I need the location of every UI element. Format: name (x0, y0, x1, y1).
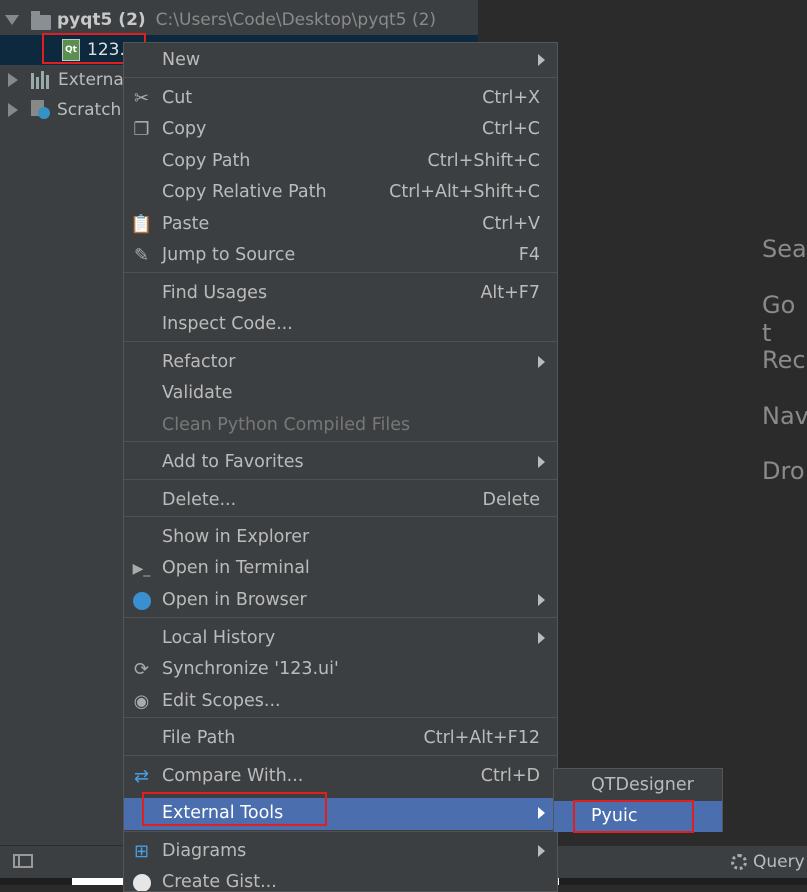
tree-item-external-libraries[interactable]: Externa (0, 65, 124, 95)
menu-item-edit-scopes[interactable]: ◉ Edit Scopes... (124, 686, 557, 717)
qt-file-icon: Qt (62, 39, 80, 61)
refresh-icon: ⟳ (133, 659, 150, 680)
menu-item-synchronize[interactable]: ⟳ Synchronize '123.ui' (124, 654, 557, 685)
scissors-icon: ✂ (133, 88, 150, 109)
collapse-arrow-icon[interactable] (8, 103, 18, 117)
tool-window-toggle-icon[interactable] (13, 854, 33, 868)
clipboard-icon: 📋 (130, 214, 153, 235)
menu-item-delete[interactable]: Delete... Delete (124, 485, 557, 516)
menu-item-jump-to-source[interactable]: ✎ Jump to Source F4 (124, 240, 557, 271)
menu-item-create-gist[interactable]: Create Gist... (124, 867, 557, 891)
menu-item-open-in-browser[interactable]: Open in Browser (124, 585, 557, 616)
scope-icon: ◉ (133, 691, 150, 712)
globe-icon (131, 590, 152, 611)
menu-item-inspect-code[interactable]: Inspect Code... (124, 309, 557, 340)
pencil-icon: ✎ (133, 245, 150, 266)
status-text: Query (753, 852, 805, 872)
terminal-icon: ▶_ (132, 560, 151, 577)
menu-item-copy[interactable]: ❐ Copy Ctrl+C (124, 114, 557, 145)
tree-root-pyqt5[interactable]: pyqt5 (2) C:\Users\Code\Desktop\pyqt5 (2… (0, 5, 478, 35)
copy-icon: ❐ (133, 119, 150, 140)
submenu-arrow-icon (538, 807, 545, 819)
github-icon (131, 872, 152, 891)
menu-item-diagrams[interactable]: ⊞ Diagrams (124, 836, 557, 867)
welcome-hint-recent: Rec (762, 346, 806, 374)
status-indexing: Query (731, 852, 805, 872)
welcome-hint-navigation: Nav (762, 402, 807, 430)
submenu-arrow-icon (538, 594, 545, 606)
diagram-icon: ⊞ (133, 841, 150, 862)
compare-arrows-icon: ⇄ (133, 766, 150, 787)
scratch-icon (31, 100, 51, 120)
menu-item-open-in-terminal[interactable]: ▶_ Open in Terminal (124, 553, 557, 584)
menu-item-cut[interactable]: ✂ Cut Ctrl+X (124, 83, 557, 114)
welcome-hint-drop: Dro (762, 457, 805, 485)
submenu-arrow-icon (538, 456, 545, 468)
submenu-arrow-icon (538, 356, 545, 368)
menu-item-paste[interactable]: 📋 Paste Ctrl+V (124, 209, 557, 240)
welcome-hint-goto: Go t (762, 291, 796, 347)
menu-item-validate[interactable]: Validate (124, 378, 557, 409)
external-tools-submenu: QTDesigner Pyuic (553, 768, 723, 832)
external-libraries-label: Externa (58, 70, 124, 90)
scratches-label: Scratch (57, 100, 122, 120)
welcome-hint-search: Sea (762, 235, 807, 263)
menu-item-find-usages[interactable]: Find Usages Alt+F7 (124, 278, 557, 309)
submenu-item-qtdesigner[interactable]: QTDesigner (554, 770, 722, 801)
menu-item-compare-with[interactable]: ⇄ Compare With... Ctrl+D (124, 761, 557, 792)
menu-item-external-tools[interactable]: External Tools (124, 798, 557, 830)
menu-item-copy-path[interactable]: Copy Path Ctrl+Shift+C (124, 146, 557, 177)
submenu-arrow-icon (538, 632, 545, 644)
menu-item-local-history[interactable]: Local History (124, 623, 557, 654)
folder-icon (31, 10, 51, 30)
context-menu: New ✂ Cut Ctrl+X ❐ Copy Ctrl+C Copy Path… (123, 42, 558, 892)
expand-arrow-icon[interactable] (5, 15, 19, 25)
menu-item-add-to-favorites[interactable]: Add to Favorites (124, 447, 557, 478)
collapse-arrow-icon[interactable] (8, 73, 18, 87)
menu-item-new[interactable]: New (124, 45, 557, 76)
submenu-arrow-icon (538, 845, 545, 857)
menu-item-file-path[interactable]: File Path Ctrl+Alt+F12 (124, 723, 557, 754)
library-icon (31, 71, 51, 89)
menu-item-refactor[interactable]: Refactor (124, 347, 557, 378)
submenu-item-pyuic[interactable]: Pyuic (554, 801, 722, 832)
submenu-arrow-icon (538, 54, 545, 66)
menu-item-clean-python-compiled-files: Clean Python Compiled Files (162, 415, 411, 435)
root-folder-name: pyqt5 (2) (57, 10, 146, 30)
tree-item-scratches[interactable]: Scratch (0, 95, 121, 125)
menu-item-show-in-explorer[interactable]: Show in Explorer (124, 522, 557, 553)
file-name: 123. (87, 40, 125, 60)
menu-item-copy-relative-path[interactable]: Copy Relative Path Ctrl+Alt+Shift+C (124, 177, 557, 208)
spinner-icon (731, 854, 747, 870)
root-folder-path: C:\Users\Code\Desktop\pyqt5 (2) (155, 10, 437, 30)
